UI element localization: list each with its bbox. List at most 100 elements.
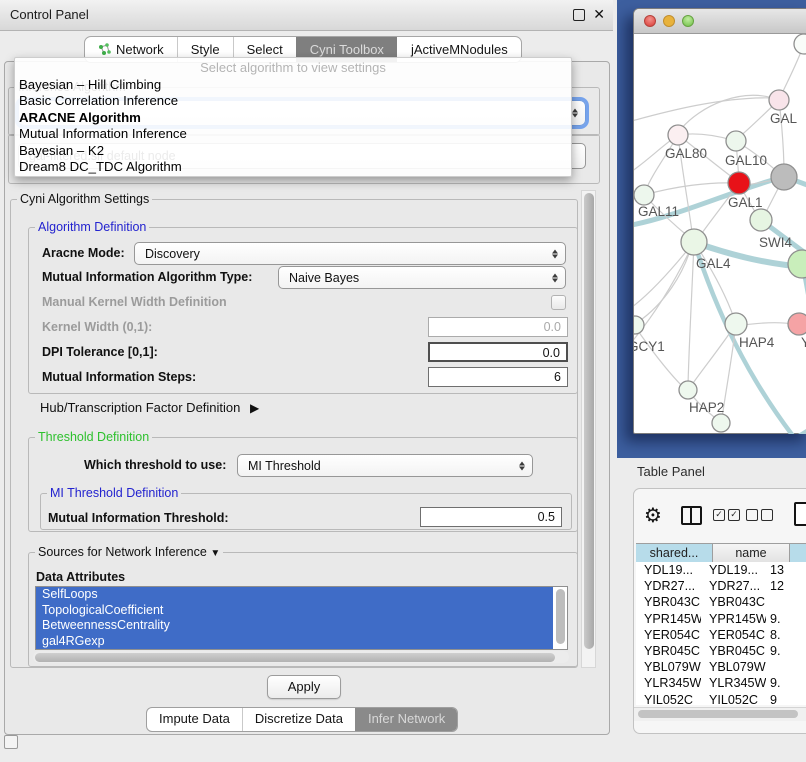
tab-infer-network[interactable]: Infer Network bbox=[355, 708, 457, 731]
mi-type-label: Mutual Information Algorithm Type: bbox=[42, 270, 252, 284]
settings-scrollbar[interactable] bbox=[581, 190, 596, 668]
table-hscrollbar-thumb[interactable] bbox=[638, 710, 798, 718]
document-icon[interactable] bbox=[794, 502, 806, 526]
column-header-a[interactable]: A bbox=[790, 544, 806, 563]
table-row[interactable]: YER054CYER054C8. bbox=[636, 627, 806, 643]
network-node-big-green-partial[interactable] bbox=[788, 250, 806, 278]
chevron-right-icon: ▶ bbox=[250, 401, 259, 415]
which-threshold-combobox[interactable]: MI Threshold bbox=[237, 454, 533, 477]
table-row[interactable]: YBR045CYBR045C9. bbox=[636, 643, 806, 659]
split-columns-icon[interactable] bbox=[681, 506, 702, 525]
dpi-tolerance-field[interactable]: 0.0 bbox=[428, 342, 568, 362]
unchecked-columns-icon[interactable] bbox=[746, 509, 773, 521]
attribute-item-gal4rgexp[interactable]: gal4RGexp bbox=[36, 634, 553, 650]
network-desktop: GALGAL80GAL10GAL1GAL11SWI4GAL4GCY1HAP4YH… bbox=[617, 0, 806, 458]
network-node-gal80[interactable] bbox=[668, 125, 688, 145]
network-node-hap4[interactable] bbox=[725, 313, 747, 335]
table-panel: ⚙ ✓✓ shared...nameA YDL19...YDL19...13YD… bbox=[633, 488, 806, 734]
aracne-mode-combobox[interactable]: Discovery bbox=[134, 242, 566, 265]
mac-zoom-icon[interactable] bbox=[682, 15, 694, 27]
attribute-item-selfloops[interactable]: SelfLoops bbox=[36, 587, 553, 603]
network-node-node-bottom-partial[interactable] bbox=[712, 414, 730, 432]
settings-scrollbar-thumb[interactable] bbox=[584, 193, 594, 649]
combo-arrows-icon bbox=[572, 109, 578, 118]
algorithm-option-basic-correlation-inference[interactable]: Basic Correlation Inference bbox=[19, 93, 567, 109]
algorithm-option-bayesian-hill-climbing[interactable]: Bayesian – Hill Climbing bbox=[19, 77, 567, 93]
table-row[interactable]: YDL19...YDL19...13 bbox=[636, 562, 806, 578]
table-row[interactable]: YIL052CYIL052C9 bbox=[636, 692, 806, 706]
attribute-item-betweennesscentrality[interactable]: BetweennessCentrality bbox=[36, 618, 553, 634]
mi-threshold-field[interactable]: 0.5 bbox=[420, 507, 562, 527]
manual-kernel-checkbox[interactable] bbox=[551, 295, 566, 310]
network-node-swi4[interactable] bbox=[750, 209, 772, 231]
float-window-icon[interactable] bbox=[573, 9, 585, 21]
network-node-gal10[interactable] bbox=[726, 131, 746, 151]
network-graph[interactable]: GALGAL80GAL10GAL1GAL11SWI4GAL4GCY1HAP4YH… bbox=[634, 34, 806, 434]
table-row[interactable]: YPR145WYPR145W9. bbox=[636, 611, 806, 627]
mac-close-icon[interactable] bbox=[644, 15, 656, 27]
network-node-hap2[interactable] bbox=[679, 381, 697, 399]
combo-arrows-icon bbox=[552, 273, 558, 282]
gear-icon[interactable]: ⚙ bbox=[644, 503, 662, 527]
network-window-titlebar[interactable] bbox=[634, 9, 806, 34]
control-panel-titlebar: Control Panel ✕ bbox=[0, 0, 613, 31]
network-node-gal-top[interactable] bbox=[769, 90, 789, 110]
network-node-label-swi4: SWI4 bbox=[759, 235, 792, 250]
network-edge[interactable] bbox=[636, 328, 684, 388]
algorithm-dropdown-list: Bayesian – Hill ClimbingBasic Correlatio… bbox=[19, 77, 567, 175]
table-cell: YDL19... bbox=[636, 562, 701, 578]
network-node-gal11[interactable] bbox=[634, 185, 654, 205]
apply-button[interactable]: Apply bbox=[267, 675, 341, 699]
network-edge[interactable] bbox=[638, 244, 692, 322]
table-hscrollbar[interactable] bbox=[634, 707, 806, 721]
attributes-scrollbar-thumb[interactable] bbox=[556, 589, 565, 644]
algorithm-dropdown-placeholder: Select algorithm to view settings bbox=[15, 60, 571, 75]
network-node-label-gal10: GAL10 bbox=[725, 153, 767, 168]
table-cell: YDR27... bbox=[701, 578, 766, 594]
mi-type-value: Naive Bayes bbox=[289, 271, 359, 285]
checked-columns-icon[interactable]: ✓✓ bbox=[713, 509, 740, 521]
tab-discretize-data[interactable]: Discretize Data bbox=[242, 708, 355, 731]
network-node-pink-right-partial[interactable] bbox=[788, 313, 806, 335]
attribute-item-topologicalcoefficient[interactable]: TopologicalCoefficient bbox=[36, 603, 553, 619]
network-node-node-top-partial[interactable] bbox=[794, 34, 806, 54]
restore-panel-icon[interactable] bbox=[4, 735, 18, 749]
algorithm-option-bayesian-k2[interactable]: Bayesian – K2 bbox=[19, 143, 567, 159]
mi-threshold-label: Mutual Information Threshold: bbox=[48, 511, 229, 525]
table-row[interactable]: YBL079WYBL079W bbox=[636, 659, 806, 675]
table-row[interactable]: YBR043CYBR043C bbox=[636, 594, 806, 610]
algorithm-option-dream8-dc-tdc-algorithm[interactable]: Dream8 DC_TDC Algorithm bbox=[19, 159, 567, 175]
attributes-hscrollbar[interactable] bbox=[33, 651, 569, 663]
network-view-window[interactable]: GALGAL80GAL10GAL1GAL11SWI4GAL4GCY1HAP4YH… bbox=[633, 8, 806, 434]
algorithm-option-mutual-information-inference[interactable]: Mutual Information Inference bbox=[19, 126, 567, 142]
table-cell bbox=[766, 594, 806, 610]
mac-minimize-icon[interactable] bbox=[663, 15, 675, 27]
table-body[interactable]: YDL19...YDL19...13YDR27...YDR27...12YBR0… bbox=[636, 562, 806, 705]
network-node-gray-node[interactable] bbox=[771, 164, 797, 190]
table-row[interactable]: YLR345WYLR345W9. bbox=[636, 675, 806, 691]
table-cell: 13 bbox=[766, 562, 806, 578]
algorithm-option-aracne-algorithm[interactable]: ARACNE Algorithm bbox=[19, 110, 567, 126]
network-node-gal1[interactable] bbox=[728, 172, 750, 194]
threshold-definition-title: Threshold Definition bbox=[35, 430, 152, 444]
table-cell: YIL052C bbox=[701, 692, 766, 706]
network-edge[interactable] bbox=[688, 242, 694, 386]
network-edge[interactable] bbox=[644, 183, 734, 195]
kernel-width-field[interactable]: 0.0 bbox=[428, 317, 568, 337]
mi-steps-field[interactable]: 6 bbox=[428, 367, 568, 387]
tab-impute-data[interactable]: Impute Data bbox=[147, 708, 242, 731]
network-node-label-hap4: HAP4 bbox=[739, 335, 775, 350]
table-row[interactable]: YDR27...YDR27...12 bbox=[636, 578, 806, 594]
attributes-hscrollbar-thumb[interactable] bbox=[35, 653, 555, 662]
chevron-down-icon: ▼ bbox=[210, 548, 220, 559]
column-header-name[interactable]: name bbox=[713, 544, 790, 563]
column-header-shared[interactable]: shared... bbox=[636, 544, 713, 563]
close-icon[interactable]: ✕ bbox=[593, 6, 605, 23]
network-node-gal4[interactable] bbox=[681, 229, 707, 255]
table-cell: 9. bbox=[766, 643, 806, 659]
hub-section-toggle[interactable]: Hub/Transcription Factor Definition ▶ bbox=[40, 400, 259, 415]
table-cell: YPR145W bbox=[701, 611, 766, 627]
data-attributes-list[interactable]: SelfLoopsTopologicalCoefficientBetweenne… bbox=[35, 586, 568, 650]
mi-type-combobox[interactable]: Naive Bayes bbox=[278, 266, 566, 289]
sources-title[interactable]: Sources for Network Inference ▼ bbox=[35, 545, 223, 559]
